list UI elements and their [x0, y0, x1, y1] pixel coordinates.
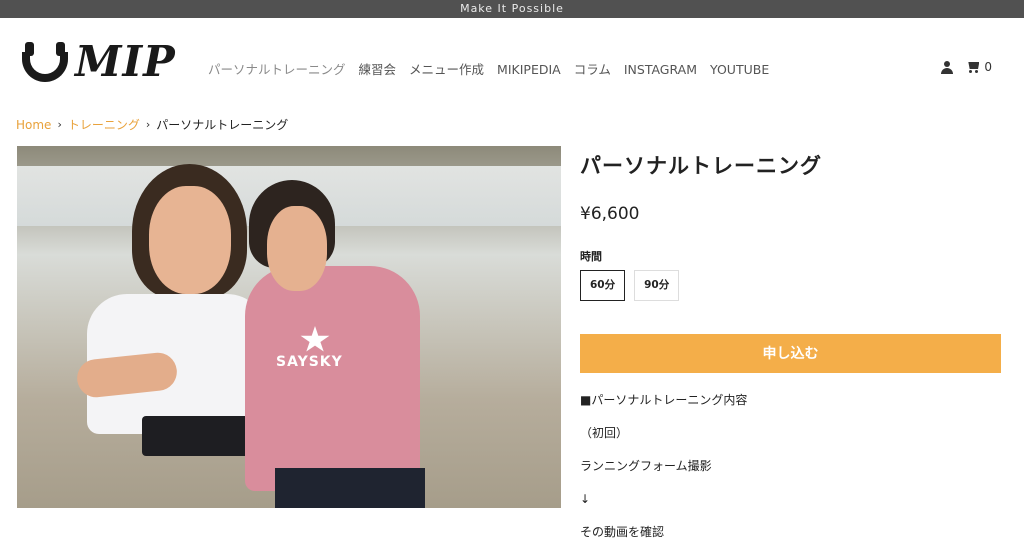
- product-description: ■パーソナルトレーニング内容 （初回） ランニングフォーム撮影 ↓ その動画を確…: [580, 392, 747, 553]
- nav-item-menu[interactable]: メニュー作成: [409, 61, 484, 79]
- description-line: ■パーソナルトレーニング内容: [580, 393, 748, 407]
- user-icon[interactable]: [941, 60, 954, 74]
- description-line: （初回）: [580, 426, 629, 440]
- cart-icon: [966, 61, 980, 73]
- nav-item-mikipedia[interactable]: MIKIPEDIA: [497, 61, 561, 79]
- option-selector: 60分 90分: [580, 270, 680, 301]
- nav-item-column[interactable]: コラム: [574, 61, 611, 79]
- breadcrumb-category[interactable]: トレーニング: [68, 116, 140, 133]
- apply-button[interactable]: 申し込む: [580, 334, 1001, 373]
- breadcrumb: Home › トレーニング › パーソナルトレーニング: [16, 116, 288, 133]
- announcement-bar: Make It Possible: [0, 0, 1024, 18]
- smile-logo-icon: [19, 40, 71, 86]
- nav-item-instagram[interactable]: INSTAGRAM: [624, 61, 697, 79]
- chevron-right-icon: ›: [145, 118, 151, 131]
- announcement-text: Make It Possible: [460, 2, 564, 15]
- product-title: パーソナルトレーニング: [580, 154, 822, 178]
- description-line: ↓: [580, 492, 591, 506]
- site-logo[interactable]: MIP: [19, 37, 185, 86]
- chevron-right-icon: ›: [57, 118, 62, 131]
- cart-button[interactable]: 0: [966, 60, 992, 74]
- description-line: ランニングフォーム撮影: [580, 459, 712, 473]
- logo-wordmark: MIP: [75, 37, 176, 86]
- option-label: 時間: [580, 250, 602, 263]
- nav-item-youtube[interactable]: YOUTUBE: [710, 61, 769, 79]
- option-60min[interactable]: 60分: [580, 270, 626, 301]
- option-90min[interactable]: 90分: [634, 270, 680, 301]
- cart-count: 0: [984, 60, 992, 74]
- product-image[interactable]: SAYSKY: [17, 146, 561, 508]
- breadcrumb-home[interactable]: Home: [16, 118, 51, 132]
- shirt-print: SAYSKY: [276, 354, 343, 370]
- breadcrumb-current: パーソナルトレーニング: [156, 118, 289, 132]
- main-nav: パーソナルトレーニング 練習会 メニュー作成 MIKIPEDIA コラム INS…: [208, 61, 782, 79]
- product-price: ¥6,600: [580, 204, 640, 224]
- header-icons: 0: [941, 60, 992, 74]
- nav-item-practice[interactable]: 練習会: [359, 61, 397, 79]
- nav-item-personal-training[interactable]: パーソナルトレーニング: [208, 61, 346, 79]
- description-line: その動画を確認: [580, 525, 665, 539]
